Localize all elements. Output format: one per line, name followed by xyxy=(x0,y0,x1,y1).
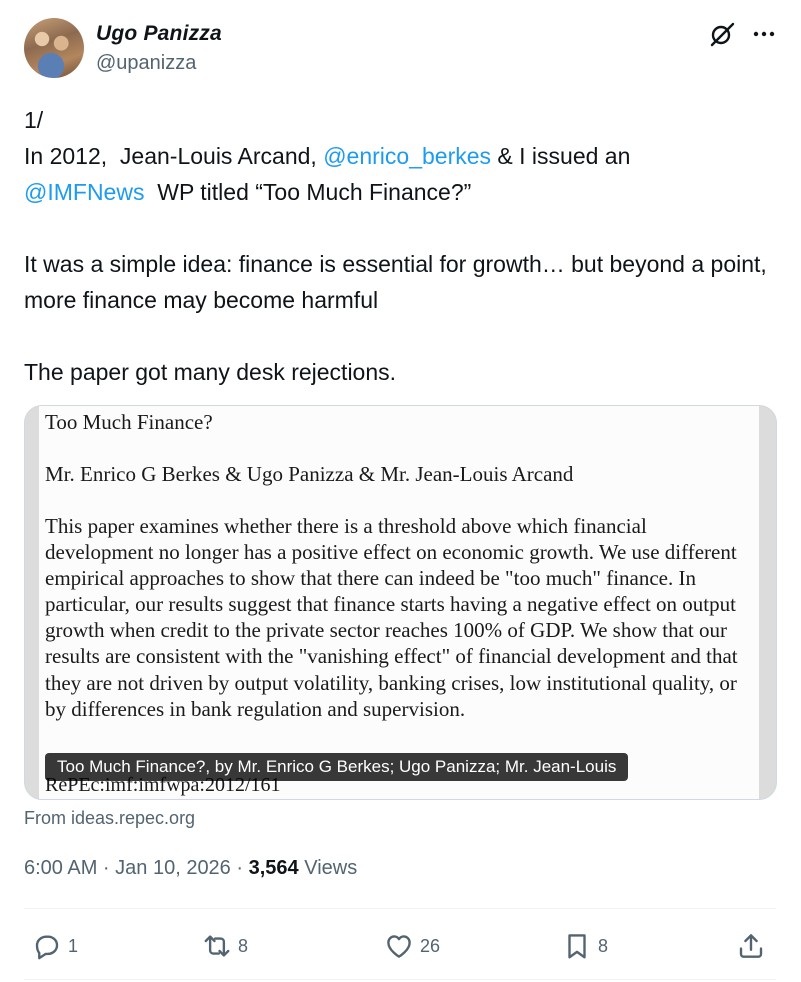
tweet-text-segment: & I issued an xyxy=(491,143,631,169)
tweet-paragraph: The paper got many desk rejections. xyxy=(24,359,397,385)
card-source[interactable]: From ideas.repec.org xyxy=(24,808,195,829)
tweet-text-segment: In 2012, Jean-Louis Arcand, xyxy=(24,143,324,169)
paper-abstract: This paper examines whether there is a t… xyxy=(45,514,738,721)
tweet-meta: 6:00 AM · Jan 10, 2026 · 3,564 Views xyxy=(24,857,357,880)
views-label: Views xyxy=(298,857,358,879)
reply-count: 1 xyxy=(68,935,79,956)
tweet-paragraph: It was a simple idea: finance is essenti… xyxy=(24,251,774,313)
repost-icon xyxy=(204,935,230,957)
tweet-text: 1/ In 2012, Jean-Louis Arcand, @enrico_b… xyxy=(24,102,776,390)
card-image: Too Much Finance? Mr. Enrico G Berkes & … xyxy=(39,406,759,799)
share-button[interactable] xyxy=(736,926,766,966)
bookmark-button[interactable]: 8 xyxy=(562,926,608,966)
author-handle[interactable]: @upanizza xyxy=(96,52,196,75)
tweet-text-segment: WP titled “Too Much Finance?” xyxy=(144,179,472,205)
card-caption: Too Much Finance?, by Mr. Enrico G Berke… xyxy=(45,753,629,781)
paper-title: Too Much Finance? xyxy=(45,410,213,434)
paper-authors: Mr. Enrico G Berkes & Ugo Panizza & Mr. … xyxy=(45,462,574,486)
timestamp[interactable]: 6:00 AM · Jan 10, 2026 · xyxy=(24,857,249,879)
like-icon xyxy=(387,935,411,958)
bookmark-icon xyxy=(568,934,586,959)
action-bar: 1 8 26 8 xyxy=(24,926,776,966)
repost-count: 8 xyxy=(238,935,249,956)
divider xyxy=(24,908,776,909)
author-name[interactable]: Ugo Panizza xyxy=(96,22,222,46)
like-count: 26 xyxy=(420,935,441,956)
tweet-line: 1/ xyxy=(24,107,44,133)
like-button[interactable]: 26 xyxy=(384,926,440,966)
grok-icon[interactable] xyxy=(708,20,736,48)
mention-imfnews[interactable]: @IMFNews xyxy=(24,179,144,205)
repost-button[interactable]: 8 xyxy=(202,926,248,966)
divider xyxy=(24,979,776,980)
mention-enrico-berkes[interactable]: @enrico_berkes xyxy=(323,143,491,169)
more-icon[interactable] xyxy=(752,20,776,48)
share-icon xyxy=(739,934,763,958)
reply-icon xyxy=(35,935,59,960)
bookmark-count: 8 xyxy=(598,935,609,956)
reply-button[interactable]: 1 xyxy=(32,926,78,966)
avatar[interactable] xyxy=(24,18,84,78)
views-count: 3,564 xyxy=(248,857,299,879)
tweet-line: In 2012, Jean-Louis Arcand, @enrico_berk… xyxy=(24,138,776,174)
tweet-line: @IMFNews WP titled “Too Much Finance?” xyxy=(24,174,776,210)
link-card[interactable]: Too Much Finance? Mr. Enrico G Berkes & … xyxy=(24,405,777,800)
